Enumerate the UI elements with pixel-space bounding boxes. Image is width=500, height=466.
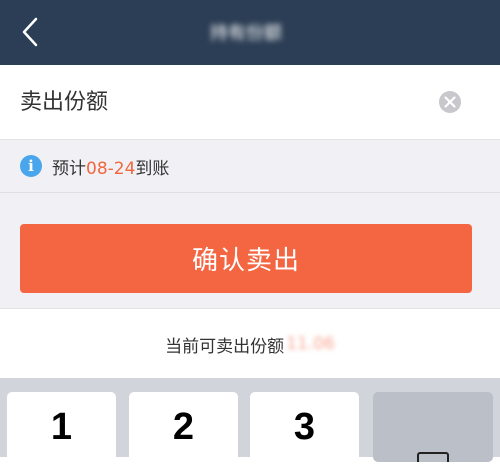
arrival-prefix: 预计 (52, 158, 86, 179)
clear-button[interactable] (438, 90, 462, 114)
arrival-info: i 预计08-24到账 (0, 140, 500, 193)
arrival-text: 预计08-24到账 (52, 154, 169, 179)
back-arrow-icon (22, 17, 38, 47)
amount-row (0, 65, 500, 140)
available-shares-row: 当前可卖出份额 11.06 (0, 308, 500, 379)
backspace-icon (417, 452, 449, 466)
numeric-keypad: 1 2 3 (0, 378, 500, 466)
arrival-suffix: 到账 (135, 158, 170, 179)
key-3[interactable]: 3 (250, 392, 359, 462)
page-title: 持有份额 (210, 23, 282, 44)
sell-amount-input[interactable] (20, 83, 420, 121)
available-value: 11.06 (286, 334, 335, 354)
nav-header: 持有份额 (0, 0, 500, 65)
back-button[interactable] (10, 10, 50, 54)
backspace-key[interactable] (373, 392, 493, 466)
key-1[interactable]: 1 (7, 392, 116, 462)
confirm-sell-button[interactable]: 确认卖出 (20, 224, 472, 293)
available-label: 当前可卖出份额 (165, 336, 285, 357)
clear-icon (439, 91, 461, 113)
info-icon: i (20, 155, 42, 177)
key-2[interactable]: 2 (129, 392, 238, 462)
arrival-date: 08-24 (86, 158, 136, 179)
